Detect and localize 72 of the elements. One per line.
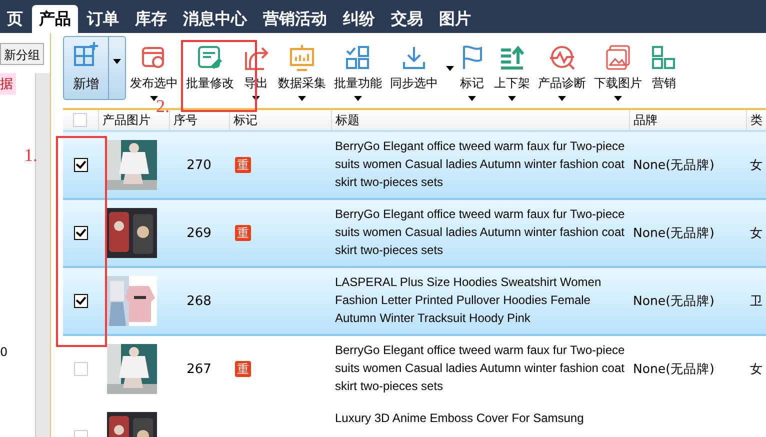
nav-tab[interactable]: 营销活动 (256, 5, 334, 33)
brand-cell: None(无品牌) (633, 156, 714, 172)
toolbar-button[interactable]: 数据采集 (274, 40, 330, 101)
caret-icon (446, 66, 454, 71)
mark-badge: 重 (235, 224, 251, 240)
toolbar-icon (498, 44, 526, 72)
row-number: 269 (186, 226, 212, 240)
toolbar-button[interactable]: 导出 (238, 40, 274, 101)
row-checkbox[interactable] (74, 294, 88, 308)
toolbar-button[interactable]: 同步选中 (386, 40, 442, 92)
toolbar-button[interactable]: 产品诊断 (534, 40, 590, 101)
toolbar-button[interactable]: 批量功能 (330, 40, 386, 101)
toolbar-button[interactable]: 标记 (454, 40, 490, 101)
nav-tab[interactable]: 库存 (128, 5, 174, 33)
nav-tab[interactable]: 页 (0, 5, 30, 33)
toolbar-button[interactable]: 批量修改 (182, 40, 238, 92)
toolbar-icon (344, 44, 372, 72)
toolbar-icon (196, 44, 224, 72)
row-number: 267 (186, 362, 212, 376)
category-cell: 女 (750, 156, 763, 172)
row-number: 268 (186, 294, 212, 308)
category-cell: 女 (750, 224, 763, 240)
add-button[interactable]: 新增 (63, 36, 126, 100)
column-header[interactable]: 标题 (336, 112, 360, 126)
refresh-group-button[interactable]: 新分组 (0, 43, 44, 65)
toolbar-button[interactable]: 下载图片 (590, 40, 646, 101)
product-title: BerryGo Elegant office tweed warm faux fur Two-piece suits women Casual ladies Autumn winter fashion coat skirt two-pieces sets (335, 207, 625, 257)
brand-cell: None(无品牌) (633, 360, 714, 376)
nav-tab[interactable]: 订单 (80, 5, 126, 33)
nav-tab[interactable]: 产品 (32, 5, 78, 33)
nav-tab[interactable]: 图片 (432, 5, 478, 33)
product-title: BerryGo Elegant office tweed warm faux fur Two-piece suits women Casual ladies Autumn winter fashion coat skirt two-pieces sets (335, 343, 625, 393)
toolbar-button[interactable]: 营销 (646, 40, 682, 92)
product-title: BerryGo Elegant office tweed warm faux fur Two-piece suits women Casual ladies Autumn winter fashion coat skirt two-pieces sets (335, 139, 625, 189)
toolbar-icon (400, 44, 428, 72)
brand-cell: None(无品牌) (633, 224, 714, 240)
caret-icon (614, 96, 622, 101)
select-all-checkbox[interactable] (73, 113, 88, 127)
row-number: 270 (186, 158, 212, 172)
nav-tab[interactable]: 交易 (384, 5, 430, 33)
toolbar-button[interactable]: 发布选中 (126, 40, 182, 101)
caret-icon (252, 96, 260, 101)
mark-badge: 重 (235, 156, 251, 172)
caret-icon (468, 96, 476, 101)
caret-icon (298, 96, 306, 101)
product-title: Luxury 3D Anime Emboss Cover For Samsung (335, 411, 584, 425)
brand-cell: None(无品牌) (633, 292, 714, 308)
nav-tab[interactable]: 纠纷 (336, 5, 382, 33)
caret-icon[interactable] (113, 59, 121, 64)
caret-icon (558, 96, 566, 101)
product-title: LASPERAL Plus Size Hoodies Sweatshirt Women Fashion Letter Printed Pullover Hoodies Female Autumn Winter Tracksuit Hoody Pink (335, 275, 602, 325)
mark-badge: 重 (235, 360, 251, 376)
caret-icon (150, 96, 158, 101)
toolbar-icon (548, 44, 576, 72)
category-cell: 女 (750, 360, 763, 376)
toolbar-icon (604, 44, 632, 72)
toolbar-icon (72, 41, 100, 69)
caret-icon (508, 96, 516, 101)
toolbar-button[interactable]: 上下架 (490, 40, 534, 101)
row-checkbox[interactable] (74, 158, 88, 172)
row-checkbox[interactable] (74, 226, 88, 240)
group-item[interactable]: 据 (0, 73, 16, 95)
annotation-label: 1. (24, 146, 38, 164)
category-cell: 卫 (750, 292, 763, 308)
group-count: 0 (0, 345, 9, 359)
caret-icon (354, 96, 362, 101)
nav-tab[interactable]: 消息中心 (176, 5, 254, 33)
column-header[interactable]: 标记 (234, 112, 258, 126)
toolbar-icon (288, 44, 316, 72)
scrollbar[interactable] (35, 73, 50, 437)
toolbar-icon (650, 44, 678, 72)
column-header[interactable]: 品牌 (634, 112, 658, 126)
